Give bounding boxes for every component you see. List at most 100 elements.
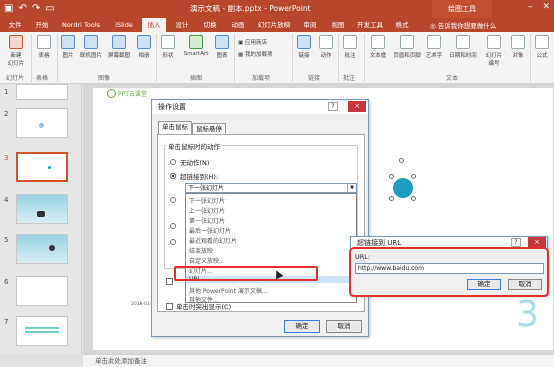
slide-thumbnail-5[interactable] — [16, 234, 68, 264]
slide-thumbnail-1[interactable] — [16, 84, 68, 100]
tab-review[interactable]: 审阅 — [298, 18, 322, 32]
dropdown-option[interactable]: 结束放映 — [189, 246, 213, 255]
minimize-icon[interactable]: – — [528, 2, 533, 12]
play-sound-checkbox[interactable] — [166, 278, 173, 285]
datetime-button[interactable]: 日期和时间 — [448, 35, 478, 59]
tab-nordri-tools[interactable]: Nordri Tools — [56, 18, 106, 32]
url-dialog-highlight — [349, 247, 549, 297]
slide-thumbnail-4[interactable] — [16, 194, 68, 224]
object-button[interactable]: 对象 — [510, 35, 526, 59]
shapes-icon — [161, 35, 175, 49]
tab-home[interactable]: 开始 — [30, 18, 54, 32]
dropdown-option[interactable]: 其他 PowerPoint 演示文稿... — [189, 286, 268, 295]
wordart-icon — [427, 35, 441, 49]
header-footer-button[interactable]: 页眉和页脚 — [392, 35, 422, 59]
datetime-label: 日期和时间 — [449, 53, 477, 59]
link-button[interactable]: 链接 — [296, 35, 312, 59]
dropdown-option[interactable]: 下一张幻灯片 — [189, 196, 225, 205]
dropdown-option[interactable]: 最后一张幻灯片 — [189, 226, 231, 235]
radio-circle — [170, 173, 176, 179]
help-button[interactable]: ? — [511, 238, 521, 247]
save-icon[interactable]: ▣ — [4, 2, 13, 15]
notes-pane[interactable]: 单击此处添加备注 — [83, 354, 554, 367]
action-button[interactable]: 动作 — [318, 35, 334, 59]
tell-me-search[interactable]: ◎ 告诉我你想要做什么 — [430, 20, 496, 30]
highlight-click-checkbox[interactable]: 单击时突出显示(C) — [166, 301, 231, 311]
tab-format[interactable]: 格式 — [390, 18, 414, 32]
chart-button[interactable]: 图表 — [214, 35, 230, 59]
slide-number-button[interactable]: 幻灯片 编号 — [482, 35, 506, 67]
image-label: 图片 — [62, 53, 74, 59]
resize-handle[interactable] — [389, 196, 394, 201]
url-option-highlight — [174, 266, 318, 281]
group-label-images: 图像 — [98, 75, 111, 82]
album-button[interactable]: 相册 — [136, 35, 152, 59]
chart-icon — [215, 35, 229, 49]
equation-button[interactable]: 公式 — [534, 35, 550, 59]
radio-run-program[interactable] — [170, 197, 176, 203]
group-separator — [530, 34, 531, 82]
tab-animations[interactable]: 动画 — [226, 18, 250, 32]
radio-no-action[interactable]: 无动作(N) — [170, 157, 209, 167]
comment-button[interactable]: 批注 — [342, 35, 358, 59]
image-icon — [61, 35, 75, 49]
resize-handle[interactable] — [389, 174, 394, 179]
undo-icon[interactable]: ↶ — [18, 2, 26, 15]
image-button[interactable]: 图片 — [60, 35, 76, 59]
chevron-down-icon[interactable]: ▼ — [347, 184, 356, 192]
online-image-button[interactable]: 联机图片 — [79, 35, 103, 59]
hyperlink-dropdown-list[interactable]: 下一张幻灯片 上一张幻灯片 第一张幻灯片 最后一张幻灯片 最近观看的幻灯片 结束… — [185, 193, 357, 304]
tab-design[interactable]: 设计 — [170, 18, 194, 32]
tab-islide[interactable]: iSlide — [110, 18, 138, 32]
radio-circle — [170, 239, 176, 245]
selected-circle-shape[interactable] — [393, 178, 413, 198]
screenshot-button[interactable]: 屏幕截图 — [106, 35, 132, 59]
dropdown-option[interactable]: 上一张幻灯片 — [189, 206, 225, 215]
cancel-button[interactable]: 取消 — [326, 320, 362, 333]
slide-thumbnails-pane[interactable]: 1 2 3 4 5 6 7 — [0, 84, 82, 354]
equation-label: 公式 — [536, 53, 548, 59]
slide-thumbnail-2[interactable] — [16, 108, 68, 138]
rotate-handle[interactable] — [399, 158, 404, 163]
present-icon[interactable]: ▭ — [45, 2, 54, 15]
hyperlink-combo[interactable]: 下一张幻灯片 ▼ — [185, 183, 357, 193]
radio-label: 无动作(N) — [180, 159, 210, 167]
tab-view[interactable]: 视图 — [326, 18, 350, 32]
wordart-button[interactable]: 艺术字 — [424, 35, 444, 59]
help-button[interactable]: ? — [328, 102, 338, 111]
my-addins-button[interactable]: ▦ 我的加载项 — [238, 50, 282, 58]
group-label-addins: 加载项 — [252, 75, 271, 82]
resize-handle[interactable] — [411, 174, 416, 179]
radio-object-action[interactable] — [170, 239, 176, 245]
ok-button[interactable]: 确定 — [284, 320, 320, 333]
textbox-button[interactable]: 文本框 — [368, 35, 388, 59]
combo-value: 下一张幻灯片 — [188, 185, 225, 192]
close-button[interactable]: × — [348, 101, 366, 112]
store-label: 应用商店 — [244, 40, 267, 46]
dropdown-option[interactable]: 第一张幻灯片 — [189, 216, 225, 225]
tab-developer[interactable]: 开发工具 — [354, 18, 386, 32]
radio-hyperlink[interactable]: 超链接到(H): — [170, 171, 218, 181]
tab-transitions[interactable]: 切换 — [198, 18, 222, 32]
close-window-icon[interactable]: ✕ — [542, 2, 550, 12]
dropdown-option[interactable]: 最近观看的幻灯片 — [189, 236, 237, 245]
radio-run-macro[interactable] — [170, 223, 176, 229]
dropdown-option[interactable]: 自定义放映... — [189, 256, 225, 265]
slide-thumbnail-3[interactable] — [16, 152, 68, 182]
tab-slideshow[interactable]: 幻灯片放映 — [254, 18, 294, 32]
tab-mouse-click[interactable]: 单击鼠标 — [158, 121, 192, 135]
smartart-button[interactable]: SmartArt — [180, 35, 212, 57]
shapes-button[interactable]: 形状 — [160, 35, 176, 59]
redo-icon[interactable]: ↷ — [32, 2, 40, 15]
slide-thumbnail-7[interactable] — [16, 316, 68, 346]
new-slide-button[interactable]: 新建 幻灯片 — [4, 35, 28, 67]
tab-file[interactable]: 文件 — [2, 18, 28, 32]
textbox-icon — [371, 35, 385, 49]
tab-insert[interactable]: 插入 — [142, 18, 166, 32]
resize-handle[interactable] — [411, 196, 416, 201]
link-label: 链接 — [298, 53, 310, 59]
table-button[interactable]: 表格 — [34, 35, 54, 59]
shapes-label: 形状 — [162, 53, 174, 59]
slide-thumbnail-6[interactable] — [16, 276, 68, 306]
store-button[interactable]: ▣ 应用商店 — [238, 38, 278, 46]
